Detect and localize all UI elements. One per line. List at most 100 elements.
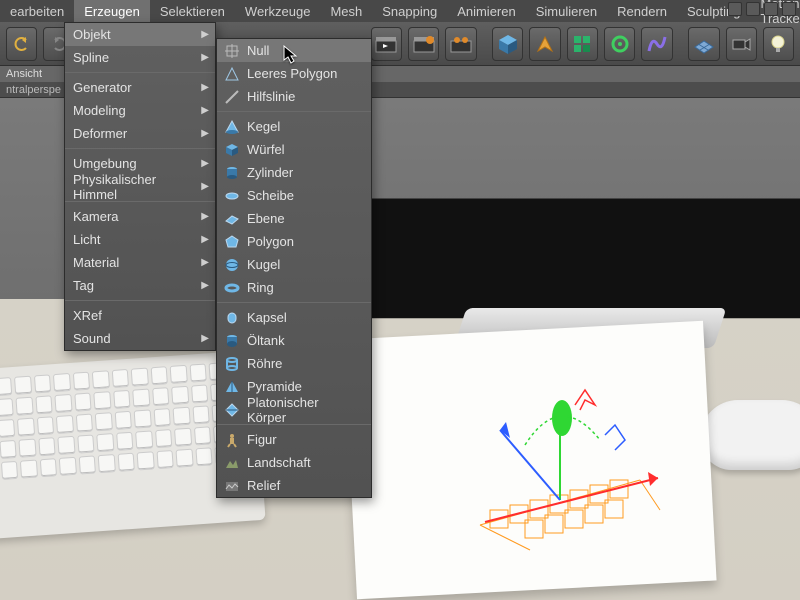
menu-item-label: Material bbox=[73, 255, 119, 270]
menu-item-label: Deformer bbox=[73, 126, 127, 141]
submenu-item-label: Zylinder bbox=[247, 165, 293, 180]
submenu-item-landschaft[interactable]: Landschaft bbox=[217, 451, 371, 474]
clapper-icon bbox=[375, 35, 397, 53]
menu-item-xref[interactable]: XRef bbox=[65, 304, 215, 327]
submenu-item-ring[interactable]: Ring bbox=[217, 276, 371, 299]
menu-item-generator[interactable]: Generator ▶ bbox=[65, 76, 215, 99]
view-gadget-3[interactable] bbox=[764, 2, 778, 16]
submenu-item-würfel[interactable]: Würfel bbox=[217, 138, 371, 161]
view-gadget-1[interactable] bbox=[728, 2, 742, 16]
menu-simulieren[interactable]: Simulieren bbox=[526, 0, 607, 22]
menu-mesh[interactable]: Mesh bbox=[320, 0, 372, 22]
submenu-arrow-icon: ▶ bbox=[201, 82, 209, 93]
view-gadget-2[interactable] bbox=[746, 2, 760, 16]
submenu-item-label: Pyramide bbox=[247, 379, 302, 394]
submenu-item-label: Hilfslinie bbox=[247, 89, 295, 104]
axis-gizmo[interactable] bbox=[430, 350, 690, 570]
figure-icon bbox=[223, 431, 241, 449]
menu-selektieren[interactable]: Selektieren bbox=[150, 0, 235, 22]
menu-item-kamera[interactable]: Kamera▶ bbox=[65, 205, 215, 228]
pen-tool[interactable] bbox=[529, 27, 560, 61]
submenu-item-leeres-polygon[interactable]: Leeres Polygon bbox=[217, 62, 371, 85]
menu-item-label: Sound bbox=[73, 331, 111, 346]
submenu-item-label: Kegel bbox=[247, 119, 280, 134]
menu-item-deformer[interactable]: Deformer ▶ bbox=[65, 122, 215, 145]
submenu-item-null[interactable]: Null bbox=[217, 39, 371, 62]
submenu-item-platonischer-körper[interactable]: Platonischer Körper bbox=[217, 398, 371, 421]
view-gadgets bbox=[728, 2, 796, 16]
undo-button[interactable] bbox=[6, 27, 37, 61]
submenu-item-ebene[interactable]: Ebene bbox=[217, 207, 371, 230]
erzeugen-dropdown[interactable]: Objekt▶Spline▶Generator▶Modeling▶Deforme… bbox=[64, 22, 216, 351]
submenu-item-öltank[interactable]: Öltank bbox=[217, 329, 371, 352]
ring-icon bbox=[223, 279, 241, 297]
menu-item-physikalischer-himmel[interactable]: Physikalischer Himmel▶ bbox=[65, 175, 215, 198]
menu-erzeugen[interactable]: Erzeugen bbox=[74, 0, 150, 22]
submenu-item-figur[interactable]: Figur bbox=[217, 428, 371, 451]
deformer-tool[interactable] bbox=[641, 27, 672, 61]
clapper-gears-icon bbox=[450, 35, 472, 53]
submenu-item-relief[interactable]: Relief bbox=[217, 474, 371, 497]
tube-icon bbox=[223, 355, 241, 373]
submenu-item-kugel[interactable]: Kugel bbox=[217, 253, 371, 276]
view-label[interactable]: Ansicht bbox=[6, 68, 42, 80]
submenu-item-label: Ring bbox=[247, 280, 274, 295]
capsule-icon bbox=[223, 309, 241, 327]
menu-rendern[interactable]: Rendern bbox=[607, 0, 677, 22]
submenu-arrow-icon: ▶ bbox=[201, 211, 209, 222]
view-gadget-4[interactable] bbox=[782, 2, 796, 16]
objekt-submenu[interactable]: NullLeeres Polygon Hilfslinie Kegel Würfel Z… bbox=[216, 38, 372, 498]
line-icon bbox=[223, 88, 241, 106]
pyramid-icon bbox=[223, 378, 241, 396]
clapper1-button[interactable] bbox=[371, 27, 402, 61]
submenu-item-label: Ebene bbox=[247, 211, 285, 226]
menu-snapping[interactable]: Snapping bbox=[372, 0, 447, 22]
array-icon bbox=[571, 33, 593, 55]
submenu-item-hilfslinie[interactable]: Hilfslinie bbox=[217, 85, 371, 108]
camera-tool[interactable] bbox=[726, 27, 757, 61]
submenu-arrow-icon: ▶ bbox=[201, 128, 209, 139]
submenu-item-scheibe[interactable]: Scheibe bbox=[217, 184, 371, 207]
submenu-arrow-icon: ▶ bbox=[201, 29, 209, 40]
menu-bearbeiten[interactable]: earbeiten bbox=[0, 0, 74, 22]
disc-icon bbox=[223, 187, 241, 205]
menu-item-modeling[interactable]: Modeling▶ bbox=[65, 99, 215, 122]
submenu-item-label: Scheibe bbox=[247, 188, 294, 203]
grid-icon bbox=[693, 33, 715, 55]
clapper2-button[interactable] bbox=[408, 27, 439, 61]
menu-animieren[interactable]: Animieren bbox=[447, 0, 526, 22]
menu-item-label: Generator bbox=[73, 80, 132, 95]
cube-icon bbox=[497, 33, 519, 55]
menu-item-sound[interactable]: Sound▶ bbox=[65, 327, 215, 350]
oiltank-icon bbox=[223, 332, 241, 350]
particles-tool[interactable] bbox=[604, 27, 635, 61]
camera-icon bbox=[730, 33, 752, 55]
floor-tool[interactable] bbox=[688, 27, 719, 61]
light-tool[interactable] bbox=[763, 27, 794, 61]
menu-item-label: Spline bbox=[73, 50, 109, 65]
submenu-item-label: Figur bbox=[247, 432, 277, 447]
submenu-item-zylinder[interactable]: Zylinder bbox=[217, 161, 371, 184]
submenu-item-label: Polygon bbox=[247, 234, 294, 249]
plane-icon bbox=[223, 210, 241, 228]
sphere-icon bbox=[223, 256, 241, 274]
submenu-item-kegel[interactable]: Kegel bbox=[217, 115, 371, 138]
array-tool[interactable] bbox=[567, 27, 598, 61]
submenu-item-kapsel[interactable]: Kapsel bbox=[217, 306, 371, 329]
menu-item-label: Objekt bbox=[73, 27, 111, 42]
clapper3-button[interactable] bbox=[445, 27, 476, 61]
submenu-item-label: Relief bbox=[247, 478, 280, 493]
menu-item-licht[interactable]: Licht▶ bbox=[65, 228, 215, 251]
menu-item-objekt[interactable]: Objekt ▶ bbox=[65, 23, 215, 46]
menu-item-label: Umgebung bbox=[73, 156, 137, 171]
submenu-item-label: Landschaft bbox=[247, 455, 311, 470]
menu-werkzeuge[interactable]: Werkzeuge bbox=[235, 0, 321, 22]
cube-tool[interactable] bbox=[492, 27, 523, 61]
menu-item-tag[interactable]: Tag▶ bbox=[65, 274, 215, 297]
menu-item-label: Tag bbox=[73, 278, 94, 293]
submenu-item-polygon[interactable]: Polygon bbox=[217, 230, 371, 253]
menu-item-spline[interactable]: Spline▶ bbox=[65, 46, 215, 69]
mouse-prop bbox=[700, 400, 800, 470]
submenu-item-röhre[interactable]: Röhre bbox=[217, 352, 371, 375]
menu-item-material[interactable]: Material▶ bbox=[65, 251, 215, 274]
